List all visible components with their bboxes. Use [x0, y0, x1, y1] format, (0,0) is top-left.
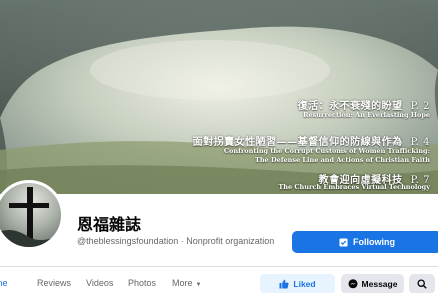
liked-button[interactable]: Liked — [260, 274, 335, 293]
search-icon — [417, 279, 427, 289]
cover-article-title: 面對拐賣女性陋習——基督信仰的防線與作為 P. 4 — [192, 137, 430, 148]
message-label: Message — [361, 279, 398, 289]
meta-separator: · — [180, 236, 184, 246]
cover-headline: 復活：永不衰殘的盼望 P. 2 — [297, 101, 430, 112]
page-category: Nonprofit organization — [186, 236, 275, 246]
tab-photos[interactable]: Photos — [128, 278, 156, 288]
cover-article-english-2: The Defense Line and Actions of Christia… — [254, 156, 430, 164]
thumbs-up-icon — [279, 279, 289, 289]
caret-down-icon: ▼ — [195, 282, 202, 288]
page-title: 恩福雜誌 — [77, 217, 142, 234]
cover-photo[interactable]: 復活：永不衰殘的盼望 P. 2 Resurrection: An Everlast… — [0, 0, 438, 194]
tab-more[interactable]: More ▼ — [172, 278, 201, 288]
liked-label: Liked — [293, 279, 316, 289]
page-handle: @theblessingsfoundation — [77, 236, 179, 246]
cover-headline-english: Resurrection: An Everlasting Hope — [303, 111, 430, 119]
search-button[interactable] — [409, 274, 435, 293]
messenger-icon — [348, 279, 358, 289]
message-button[interactable]: Message — [341, 274, 404, 293]
profile-avatar[interactable] — [0, 180, 64, 250]
following-check-icon — [339, 237, 348, 247]
tab-home[interactable]: ome — [0, 278, 8, 288]
tab-more-label: More — [172, 278, 193, 288]
header-divider — [0, 266, 438, 267]
page-meta: @theblessingsfoundation · Nonprofit orga… — [77, 236, 274, 246]
cover-article-english-1: Confronting the Corrupt Customs of Women… — [223, 147, 430, 155]
cross-logo-icon — [0, 187, 61, 247]
tab-reviews[interactable]: Reviews — [37, 278, 71, 288]
cover-article-english-3: The Church Embraces Virtual Technology — [278, 183, 430, 191]
following-button[interactable]: Following — [292, 231, 438, 253]
following-label: Following — [353, 237, 395, 247]
tab-videos[interactable]: Videos — [86, 278, 113, 288]
